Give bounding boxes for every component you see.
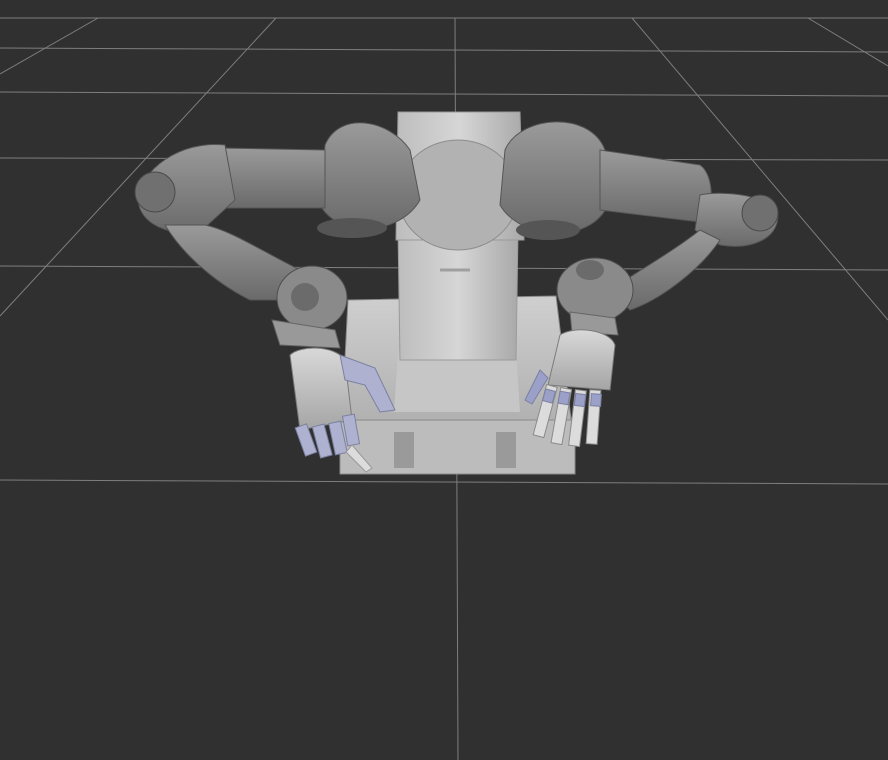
scene-canvas[interactable] — [0, 0, 888, 760]
robot-model[interactable] — [134, 111, 779, 475]
robot-torso — [395, 111, 525, 361]
3d-viewport[interactable] — [0, 0, 888, 760]
